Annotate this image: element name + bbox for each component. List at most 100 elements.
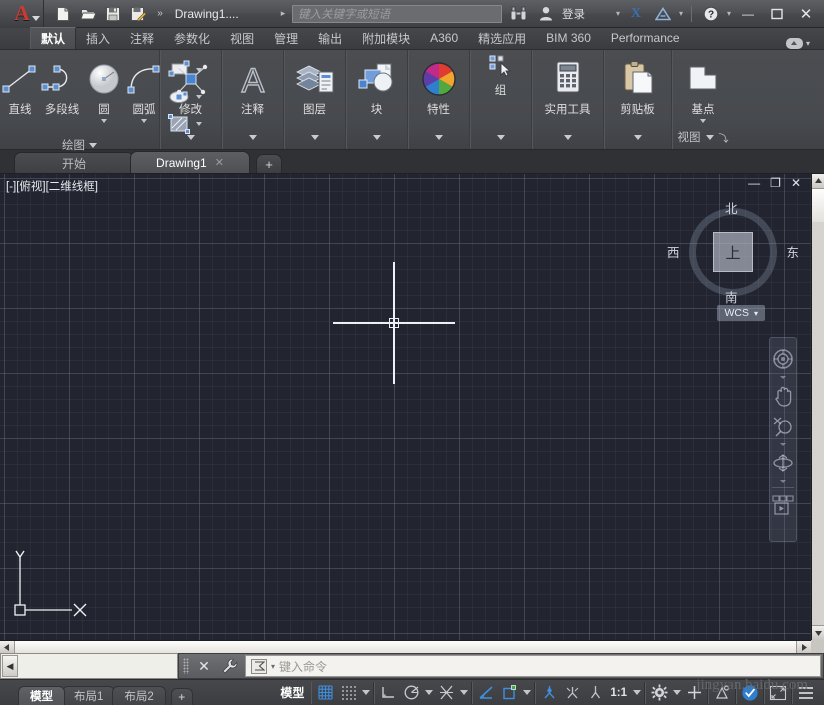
properties-panel-chevron-down-icon[interactable] <box>435 135 443 140</box>
vertical-scroll-thumb[interactable] <box>812 189 824 222</box>
ribbon-panel-modify-footer[interactable] <box>187 125 195 149</box>
ribbon-tab-annotate[interactable]: 注释 <box>120 27 164 49</box>
orbit-chevron-down-icon[interactable] <box>770 478 796 485</box>
command-line-drag-handle[interactable] <box>183 658 189 674</box>
view-cube-top-face[interactable]: 上 <box>713 232 753 272</box>
clipboard-panel-chevron-down-icon[interactable] <box>634 135 642 140</box>
qat-more-icon[interactable]: » <box>152 8 168 19</box>
viewport-minimize-icon[interactable]: — <box>748 177 760 189</box>
close-button[interactable]: ✕ <box>794 2 818 26</box>
layers-panel-chevron-down-icon[interactable] <box>311 135 319 140</box>
model-space-canvas[interactable]: [-][俯视][二维线框] — ❐ ✕ 上 北 南 西 东 WCS ▾ <box>0 174 811 640</box>
view-cube-east-label[interactable]: 东 <box>786 242 799 261</box>
account-avatar-icon[interactable] <box>535 3 557 24</box>
ribbon-tab-featured-apps[interactable]: 精选应用 <box>468 27 536 49</box>
scroll-right-button[interactable] <box>796 641 811 654</box>
ribbon-tab-insert[interactable]: 插入 <box>76 27 120 49</box>
help-dropdown-icon[interactable]: ▾ <box>727 9 731 18</box>
ribbon-panel-block-footer[interactable] <box>373 125 381 149</box>
pan-hand-icon[interactable] <box>770 381 796 411</box>
block-panel-chevron-down-icon[interactable] <box>373 135 381 140</box>
view-cube[interactable]: 上 北 南 西 东 <box>685 204 781 300</box>
grid-display-toggle[interactable] <box>314 682 336 704</box>
command-line-close-icon[interactable]: ✕ <box>195 658 213 675</box>
autodesk-triangle-icon[interactable] <box>652 3 674 24</box>
draw-circle-chevron-down-icon[interactable] <box>101 119 107 123</box>
save-file-icon[interactable] <box>102 3 124 24</box>
object-snap-tracking-toggle[interactable] <box>475 682 497 704</box>
help-icon[interactable]: ? <box>700 3 722 24</box>
orbit-icon[interactable] <box>770 448 796 478</box>
autodesk-dropdown-icon[interactable]: ▾ <box>679 9 683 18</box>
ribbon-tab-manage[interactable]: 管理 <box>264 27 308 49</box>
doc-tab-start[interactable]: 开始 <box>14 152 134 173</box>
viewport-close-icon[interactable]: ✕ <box>791 177 801 189</box>
ribbon-tab-home[interactable]: 默认 <box>30 27 76 49</box>
wcs-selector[interactable]: WCS ▾ <box>717 305 765 321</box>
customization-menu-icon[interactable] <box>795 682 817 704</box>
minimize-ribbon-control[interactable]: ▾ <box>786 38 824 49</box>
object-snap-toggle[interactable] <box>435 682 457 704</box>
doc-tab-drawing1[interactable]: Drawing1 ✕ <box>130 151 250 173</box>
draw-polyline-button[interactable]: 多段线 <box>40 55 84 117</box>
ribbon-panel-group-footer[interactable] <box>497 125 505 149</box>
polar-chevron-down-icon[interactable] <box>423 682 434 704</box>
autodesk-exchange-icon[interactable]: X <box>625 3 647 24</box>
ribbon-panel-annotation-footer[interactable] <box>249 125 257 149</box>
command-scroll-left-button[interactable]: ◀ <box>2 655 18 677</box>
cleanscreen-icon[interactable] <box>767 682 789 704</box>
polar-tracking-toggle[interactable] <box>400 682 422 704</box>
new-document-tab-button[interactable]: + <box>256 154 282 173</box>
view-cube-south-label[interactable]: 南 <box>725 287 738 306</box>
minimize-ribbon-icon[interactable] <box>786 38 803 49</box>
modify-panel-chevron-down-icon[interactable] <box>187 135 195 140</box>
view-panel-launcher-icon[interactable]: ⤵ <box>719 130 729 145</box>
ribbon-panel-utilities-footer[interactable] <box>564 125 572 149</box>
group-button[interactable]: 组 <box>477 52 525 98</box>
annotation-visibility-toggle[interactable] <box>538 682 560 704</box>
steering-wheel-icon[interactable] <box>770 344 796 374</box>
search-input[interactable]: 键入关键字或短语 <box>292 5 502 23</box>
snap-mode-toggle[interactable] <box>337 682 359 704</box>
status-model-label[interactable]: 模型 <box>273 684 311 701</box>
ribbon-tab-output[interactable]: 输出 <box>308 27 352 49</box>
ribbon-tab-parametric[interactable]: 参数化 <box>164 27 220 49</box>
new-layout-button[interactable]: + <box>171 688 193 705</box>
basepoint-button[interactable]: 基点 <box>679 55 727 123</box>
scroll-down-button[interactable] <box>812 625 824 640</box>
group-panel-chevron-down-icon[interactable] <box>497 135 505 140</box>
hardware-accel-icon[interactable] <box>739 682 761 704</box>
title-dropdown-icon[interactable]: ▸ <box>281 8 286 19</box>
autoscale-toggle[interactable] <box>561 682 583 704</box>
layout-tab-layout1[interactable]: 布局1 <box>62 686 115 705</box>
layers-button[interactable]: 图层 <box>291 55 339 117</box>
search-binoculars-icon[interactable] <box>508 3 530 24</box>
utilities-panel-chevron-down-icon[interactable] <box>564 135 572 140</box>
utilities-button[interactable]: 实用工具 <box>532 55 604 117</box>
zoom-chevron-down-icon[interactable] <box>770 441 796 448</box>
ribbon-tab-performance[interactable]: Performance <box>601 27 690 49</box>
scroll-left-button[interactable] <box>0 641 15 654</box>
block-button[interactable]: 块 <box>353 55 401 117</box>
workspace-gear-icon[interactable] <box>648 682 670 704</box>
showmotion-icon[interactable] <box>770 490 796 520</box>
ribbon-tab-a360[interactable]: A360 <box>420 27 468 49</box>
ribbon-tab-bim360[interactable]: BIM 360 <box>536 27 601 49</box>
scroll-up-button[interactable] <box>812 174 824 189</box>
layout-tab-model[interactable]: 模型 <box>18 686 65 705</box>
view-cube-north-label[interactable]: 北 <box>725 198 738 217</box>
application-menu-button[interactable]: A <box>0 0 44 28</box>
draw-arc-button[interactable]: 圆弧 <box>124 55 164 123</box>
vertical-scrollbar[interactable] <box>811 174 824 640</box>
snap-chevron-down-icon[interactable] <box>360 682 371 704</box>
app-menu-chevron-down-icon[interactable] <box>32 11 40 25</box>
horizontal-scrollbar[interactable] <box>0 640 811 653</box>
dynamic-ucs-chevron-down-icon[interactable] <box>521 682 532 704</box>
login-label[interactable]: 登录 <box>562 6 585 22</box>
maximize-button[interactable] <box>765 2 789 26</box>
draw-circle-button[interactable]: 圆 <box>84 55 124 123</box>
draw-line-button[interactable]: 直线 <box>0 55 40 117</box>
isolate-objects-icon[interactable] <box>711 682 733 704</box>
draw-panel-chevron-down-icon[interactable] <box>89 143 97 148</box>
steering-wheel-chevron-down-icon[interactable] <box>770 374 796 381</box>
